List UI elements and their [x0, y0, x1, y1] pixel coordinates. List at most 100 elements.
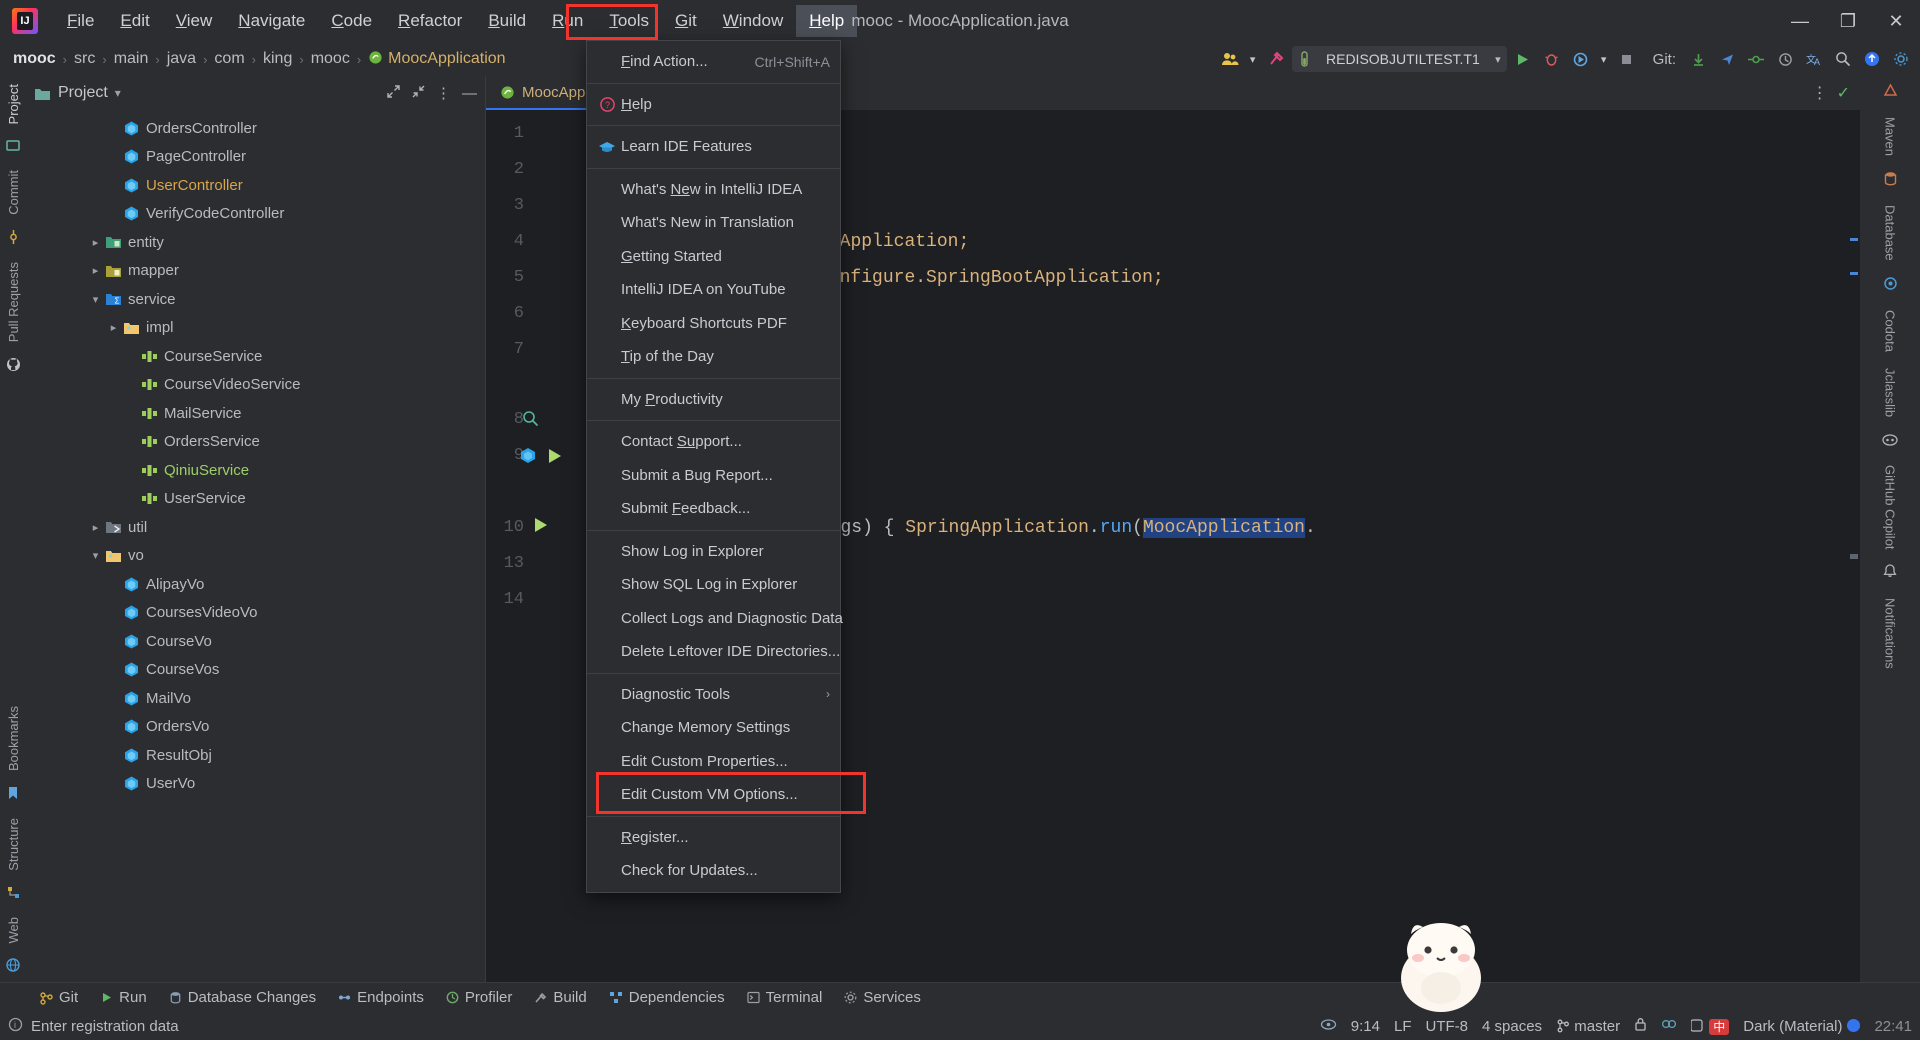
- help-menu-item-what-s-new-in-translation[interactable]: What's New in Translation: [587, 206, 840, 240]
- sidebar-item-notifications[interactable]: Notifications: [1883, 590, 1898, 677]
- translate-icon[interactable]: 文A: [1801, 46, 1827, 72]
- help-menu-item-delete-leftover-ide-directories[interactable]: Delete Leftover IDE Directories...: [587, 635, 840, 669]
- help-menu-item-submit-feedback[interactable]: Submit Feedback...: [587, 492, 840, 526]
- breadcrumb-mooc[interactable]: mooc: [8, 50, 61, 68]
- menu-navigate[interactable]: Navigate: [225, 5, 318, 37]
- project-window-icon[interactable]: [6, 132, 20, 162]
- breadcrumb-mooc-pkg[interactable]: mooc: [306, 50, 355, 68]
- theme-indicator[interactable]: Dark (Material): [1743, 1018, 1861, 1035]
- updates-icon[interactable]: [1859, 46, 1885, 72]
- sidebar-item-maven[interactable]: Maven: [1883, 109, 1898, 164]
- run-gutter-icon[interactable]: [544, 446, 564, 471]
- menu-edit[interactable]: Edit: [107, 5, 162, 37]
- collapse-all-icon[interactable]: [411, 84, 426, 103]
- tree-node-uservo[interactable]: · UserVo: [26, 770, 485, 799]
- help-menu-item-what-s-new-in-intellij-idea[interactable]: What's New in IntelliJ IDEA: [587, 173, 840, 207]
- ime-indicator[interactable]: 中: [1690, 1018, 1730, 1035]
- collaborate-icon[interactable]: [1217, 46, 1243, 72]
- bottom-item-terminal[interactable]: Terminal: [738, 986, 832, 1009]
- tree-node-verifycodecontroller[interactable]: · VerifyCodeController: [26, 200, 485, 229]
- help-menu-item-submit-a-bug-report[interactable]: Submit a Bug Report...: [587, 459, 840, 493]
- tree-node-courseservice[interactable]: · CourseService: [26, 342, 485, 371]
- help-menu-item-help[interactable]: ? Help: [587, 88, 840, 122]
- maven-icon[interactable]: [1883, 76, 1898, 109]
- hide-window-icon[interactable]: —: [462, 85, 477, 102]
- history-icon[interactable]: [1772, 46, 1798, 72]
- help-menu-item-register[interactable]: Register...: [587, 821, 840, 855]
- more-run-options-icon[interactable]: ▾: [1597, 46, 1611, 72]
- menu-tools[interactable]: Tools: [596, 5, 662, 37]
- editor-gutter[interactable]: 1 2 3 4 5 6 7 8 9 10 13 14: [486, 110, 596, 982]
- menu-code[interactable]: Code: [318, 5, 385, 37]
- menu-view[interactable]: View: [163, 5, 226, 37]
- tree-node-orderscontroller[interactable]: · OrdersController: [26, 114, 485, 143]
- sidebar-item-codota[interactable]: Codota: [1883, 302, 1898, 360]
- help-menu-item-my-productivity[interactable]: My Productivity: [587, 383, 840, 417]
- chevron-right-icon[interactable]: ▸: [88, 264, 103, 277]
- inspections-icon[interactable]: [1320, 1017, 1337, 1036]
- settings-gear-icon[interactable]: [1888, 46, 1914, 72]
- tree-node-coursevos[interactable]: · CourseVos: [26, 656, 485, 685]
- help-dropdown-menu[interactable]: Find Action... Ctrl+Shift+A ? Help Learn IDE…: [586, 40, 843, 893]
- menu-file[interactable]: File: [54, 5, 107, 37]
- help-menu-item-learn-ide-features[interactable]: Learn IDE Features: [587, 130, 840, 164]
- help-menu-item-tip-of-the-day[interactable]: Tip of the Day: [587, 340, 840, 374]
- sidebar-item-database[interactable]: Database: [1883, 197, 1898, 269]
- chevron-right-icon[interactable]: ▸: [88, 521, 103, 534]
- codota-icon[interactable]: [1883, 269, 1898, 302]
- sidebar-item-web[interactable]: Web: [6, 909, 21, 952]
- tree-node-coursesvideovo[interactable]: · CoursesVideoVo: [26, 599, 485, 628]
- chevron-down-icon[interactable]: ▾: [88, 549, 103, 562]
- lock-icon[interactable]: [1634, 1017, 1647, 1036]
- help-menu-item-change-memory-settings[interactable]: Change Memory Settings: [587, 711, 840, 745]
- bottom-item-git[interactable]: Git: [30, 986, 87, 1009]
- caret-position[interactable]: 9:14: [1351, 1018, 1380, 1035]
- bottom-item-endpoints[interactable]: Endpoints: [329, 986, 433, 1009]
- sidebar-item-project[interactable]: Project: [6, 76, 21, 132]
- bottom-item-dependencies[interactable]: Dependencies: [600, 986, 734, 1009]
- tree-node-mailservice[interactable]: · MailService: [26, 399, 485, 428]
- help-menu-item-getting-started[interactable]: Getting Started: [587, 240, 840, 274]
- commit-icon[interactable]: [1743, 46, 1769, 72]
- line-separator[interactable]: LF: [1394, 1018, 1412, 1035]
- chevron-right-icon[interactable]: ›: [826, 687, 830, 701]
- tree-node-vo[interactable]: ▾ vo: [26, 542, 485, 571]
- sidebar-item-commit[interactable]: Commit: [6, 162, 21, 223]
- help-menu-item-diagnostic-tools[interactable]: Diagnostic Tools ›: [587, 678, 840, 712]
- notifications-bell-icon[interactable]: [1883, 557, 1897, 590]
- help-menu-item-intellij-idea-on-youtube[interactable]: IntelliJ IDEA on YouTube: [587, 273, 840, 307]
- help-menu-item-find-action[interactable]: Find Action... Ctrl+Shift+A: [587, 45, 840, 79]
- breadcrumb-main[interactable]: main: [109, 50, 154, 68]
- minimize-button[interactable]: —: [1776, 0, 1824, 42]
- help-menu-item-check-for-updates[interactable]: Check for Updates...: [587, 854, 840, 888]
- tree-node-mapper[interactable]: ▸ mapper: [26, 257, 485, 286]
- tree-node-mailvo[interactable]: · MailVo: [26, 684, 485, 713]
- github-icon[interactable]: [6, 350, 21, 382]
- tree-node-usercontroller[interactable]: · UserController: [26, 171, 485, 200]
- menu-build[interactable]: Build: [475, 5, 539, 37]
- spring-bean-gutter-icon[interactable]: [518, 446, 538, 471]
- debug-button[interactable]: [1539, 46, 1565, 72]
- breadcrumb-file[interactable]: MoocApplication: [363, 50, 510, 68]
- chevron-down-icon[interactable]: ▾: [1246, 46, 1260, 72]
- sidebar-item-github-copilot[interactable]: GitHub Copilot: [1883, 457, 1898, 558]
- bottom-item-services[interactable]: Services: [835, 986, 930, 1009]
- bottom-item-profiler[interactable]: Profiler: [437, 986, 522, 1009]
- chevron-down-icon[interactable]: ▾: [115, 86, 121, 100]
- update-project-icon[interactable]: [1685, 46, 1711, 72]
- bottom-item-build[interactable]: Build: [525, 986, 595, 1009]
- editor-marker-bar[interactable]: [1846, 144, 1860, 982]
- memory-indicator-icon[interactable]: [1661, 1017, 1677, 1035]
- search-icon[interactable]: [1830, 46, 1856, 72]
- web-icon[interactable]: [6, 951, 20, 982]
- breadcrumb-com[interactable]: com: [209, 50, 249, 68]
- tree-node-qiniuservice[interactable]: · QiniuService: [26, 456, 485, 485]
- tree-node-impl[interactable]: ▸ impl: [26, 314, 485, 343]
- editor-options-icon[interactable]: ⋮: [1812, 83, 1829, 103]
- sidebar-item-bookmarks[interactable]: Bookmarks: [6, 698, 21, 779]
- tree-node-ordersservice[interactable]: · OrdersService: [26, 428, 485, 457]
- run-with-coverage-button[interactable]: [1568, 46, 1594, 72]
- menu-refactor[interactable]: Refactor: [385, 5, 475, 37]
- menu-window[interactable]: Window: [710, 5, 796, 37]
- help-menu-item-contact-support[interactable]: Contact Support...: [587, 425, 840, 459]
